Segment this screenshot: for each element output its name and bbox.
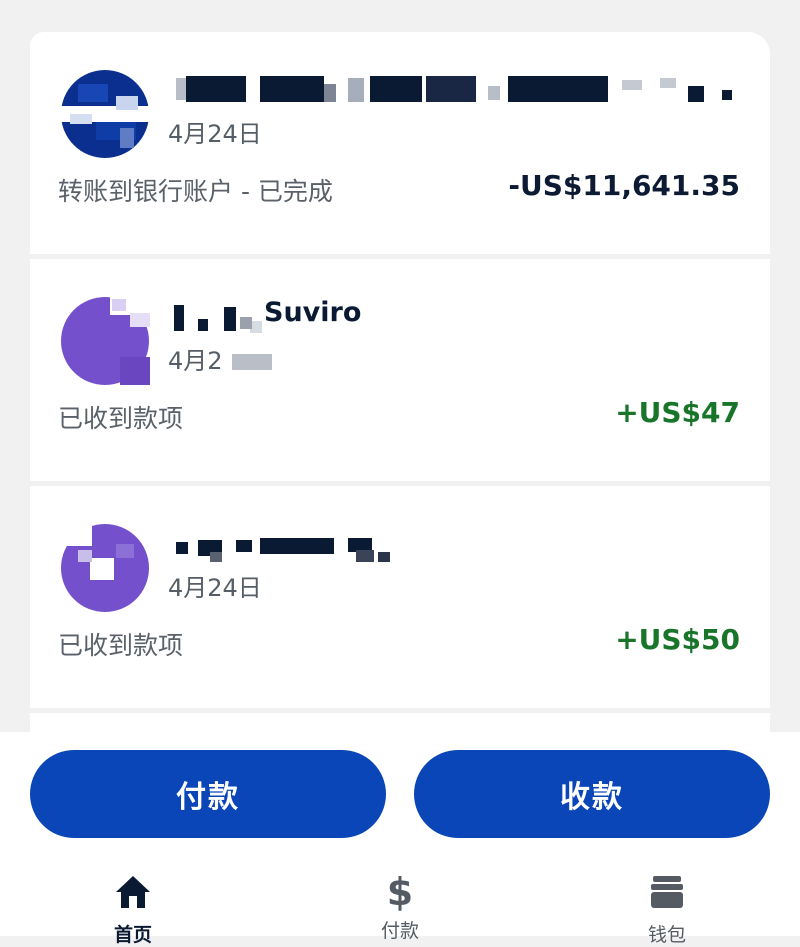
tab-pay[interactable]: $ 付款 — [330, 870, 470, 943]
avatar — [60, 524, 150, 612]
tab-label: 付款 — [380, 920, 419, 942]
partially-redacted-name: Suviro — [170, 297, 430, 335]
redacted-name — [170, 72, 760, 108]
transaction-description: 转账到银行账户 - 已完成 — [58, 177, 333, 206]
tab-wallet[interactable]: 钱包 — [597, 874, 737, 947]
pay-button[interactable]: 付款 — [30, 750, 386, 838]
transaction-card[interactable]: 4月24日 转账到银行账户 - 已完成 -US$11,641.35 — [30, 32, 770, 254]
transaction-description: 已收到款项 — [58, 404, 184, 433]
transaction-amount: +US$47 — [615, 396, 740, 429]
tab-home[interactable]: 首页 — [63, 874, 203, 947]
home-icon — [114, 874, 152, 914]
tab-label: 钱包 — [647, 924, 686, 946]
receive-button[interactable]: 收款 — [414, 750, 770, 838]
redacted-name — [170, 526, 760, 562]
transaction-description: 已收到款项 — [58, 631, 184, 660]
wallet-icon — [649, 874, 685, 914]
date-redaction — [232, 354, 273, 370]
avatar — [60, 297, 150, 385]
tab-label: 首页 — [113, 924, 152, 946]
transaction-amount: +US$50 — [615, 623, 740, 656]
bottom-panel: 付款 收款 首页 $ 付款 钱包 — [0, 732, 800, 946]
transaction-date: 4月24日 — [168, 120, 262, 148]
visible-name-fragment: Suviro — [264, 297, 362, 328]
dollar-icon: $ — [386, 870, 414, 914]
transaction-amount: -US$11,641.35 — [508, 169, 740, 202]
avatar — [60, 70, 150, 158]
transaction-date: 4月2 — [168, 341, 273, 376]
transaction-card[interactable]: 4月24日 已收到款项 +US$50 — [30, 486, 770, 708]
date-fragment: 4月2 — [168, 347, 223, 375]
transaction-card[interactable]: Suviro 4月2 已收到款项 +US$47 — [30, 259, 770, 481]
transaction-date: 4月24日 — [168, 574, 262, 602]
